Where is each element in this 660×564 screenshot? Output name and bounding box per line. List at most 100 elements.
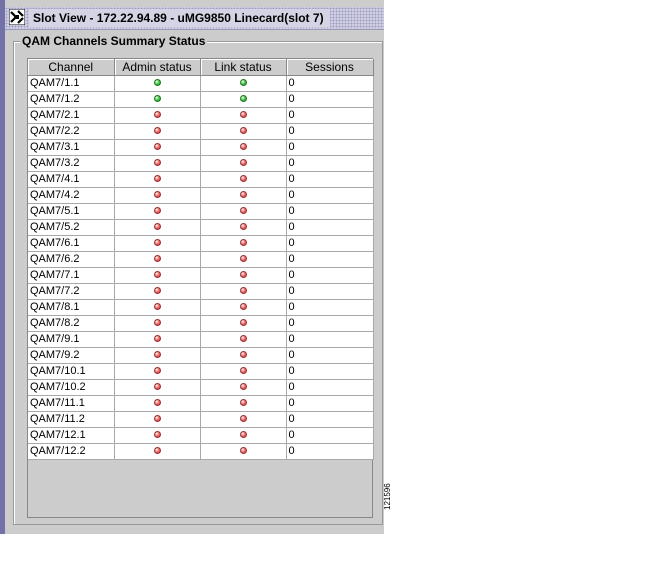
channel-cell: QAM7/4.2 bbox=[28, 187, 115, 204]
table-row[interactable]: QAM7/5.1 0 bbox=[28, 203, 374, 220]
admin-status-cell bbox=[114, 91, 201, 108]
status-down-icon bbox=[153, 222, 161, 230]
status-down-icon bbox=[239, 302, 247, 310]
status-down-icon bbox=[153, 302, 161, 310]
status-down-icon bbox=[153, 430, 161, 438]
link-status-cell bbox=[200, 347, 287, 364]
status-down-icon bbox=[239, 238, 247, 246]
table-row[interactable]: QAM7/1.1 0 bbox=[28, 75, 374, 92]
status-up-icon bbox=[153, 78, 161, 86]
status-down-icon bbox=[239, 174, 247, 182]
table-row[interactable]: QAM7/3.2 0 bbox=[28, 155, 374, 172]
status-down-icon bbox=[153, 126, 161, 134]
status-down-icon bbox=[153, 334, 161, 342]
table-row[interactable]: QAM7/7.2 0 bbox=[28, 283, 374, 300]
admin-status-cell bbox=[114, 347, 201, 364]
admin-status-cell bbox=[114, 283, 201, 300]
link-status-cell bbox=[200, 427, 287, 444]
status-down-icon bbox=[239, 222, 247, 230]
table-row[interactable]: QAM7/5.2 0 bbox=[28, 219, 374, 236]
status-down-icon bbox=[239, 446, 247, 454]
status-down-icon bbox=[153, 142, 161, 150]
status-down-icon bbox=[153, 158, 161, 166]
status-down-icon bbox=[239, 398, 247, 406]
admin-status-cell bbox=[114, 331, 201, 348]
qam-channels-table[interactable]: Channel Admin status Link status Session… bbox=[27, 58, 374, 518]
column-header-admin-status[interactable]: Admin status bbox=[114, 59, 201, 76]
sessions-cell: 0 bbox=[286, 315, 374, 332]
status-down-icon bbox=[239, 126, 247, 134]
status-down-icon bbox=[153, 270, 161, 278]
table-row[interactable]: QAM7/10.1 0 bbox=[28, 363, 374, 380]
status-down-icon bbox=[239, 142, 247, 150]
admin-status-cell bbox=[114, 107, 201, 124]
sessions-cell: 0 bbox=[286, 123, 374, 140]
status-down-icon bbox=[153, 174, 161, 182]
admin-status-cell bbox=[114, 411, 201, 428]
link-status-cell bbox=[200, 123, 287, 140]
sessions-cell: 0 bbox=[286, 251, 374, 268]
table-row[interactable]: QAM7/12.2 0 bbox=[28, 443, 374, 460]
table-row[interactable]: QAM7/6.2 0 bbox=[28, 251, 374, 268]
sessions-cell: 0 bbox=[286, 91, 374, 108]
table-row[interactable]: QAM7/4.2 0 bbox=[28, 187, 374, 204]
admin-status-cell bbox=[114, 267, 201, 284]
column-header-channel[interactable]: Channel bbox=[28, 59, 115, 76]
link-status-cell bbox=[200, 251, 287, 268]
link-status-cell bbox=[200, 411, 287, 428]
status-up-icon bbox=[239, 78, 247, 86]
channel-cell: QAM7/2.2 bbox=[28, 123, 115, 140]
column-header-sessions[interactable]: Sessions bbox=[286, 59, 374, 76]
admin-status-cell bbox=[114, 379, 201, 396]
status-down-icon bbox=[239, 254, 247, 262]
channel-cell: QAM7/1.1 bbox=[28, 75, 115, 92]
table-row[interactable]: QAM7/2.2 0 bbox=[28, 123, 374, 140]
table-row[interactable]: QAM7/4.1 0 bbox=[28, 171, 374, 188]
table-row[interactable]: QAM7/9.1 0 bbox=[28, 331, 374, 348]
channel-cell: QAM7/4.1 bbox=[28, 171, 115, 188]
link-status-cell bbox=[200, 379, 287, 396]
figure-id: 121596 bbox=[383, 483, 392, 510]
column-header-link-status[interactable]: Link status bbox=[200, 59, 287, 76]
table-row[interactable]: QAM7/8.1 0 bbox=[28, 299, 374, 316]
table-row[interactable]: QAM7/8.2 0 bbox=[28, 315, 374, 332]
link-status-cell bbox=[200, 267, 287, 284]
table-row[interactable]: QAM7/11.1 0 bbox=[28, 395, 374, 412]
sessions-cell: 0 bbox=[286, 347, 374, 364]
window-title: Slot View - 172.22.94.89 - uMG9850 Linec… bbox=[29, 9, 330, 27]
table-row[interactable]: QAM7/6.1 0 bbox=[28, 235, 374, 252]
status-down-icon bbox=[239, 350, 247, 358]
table-row[interactable]: QAM7/2.1 0 bbox=[28, 107, 374, 124]
status-down-icon bbox=[153, 190, 161, 198]
title-bar[interactable]: Slot View - 172.22.94.89 - uMG9850 Linec… bbox=[5, 7, 384, 30]
table-row[interactable]: QAM7/9.2 0 bbox=[28, 347, 374, 364]
status-up-icon bbox=[153, 94, 161, 102]
table-row[interactable]: QAM7/10.2 0 bbox=[28, 379, 374, 396]
status-down-icon bbox=[239, 318, 247, 326]
status-down-icon bbox=[153, 254, 161, 262]
admin-status-cell bbox=[114, 187, 201, 204]
status-down-icon bbox=[239, 366, 247, 374]
status-down-icon bbox=[239, 382, 247, 390]
admin-status-cell bbox=[114, 443, 201, 460]
link-status-cell bbox=[200, 299, 287, 316]
table-row[interactable]: QAM7/12.1 0 bbox=[28, 427, 374, 444]
status-down-icon bbox=[239, 110, 247, 118]
table-row[interactable]: QAM7/11.2 0 bbox=[28, 411, 374, 428]
table-header-row: Channel Admin status Link status Session… bbox=[28, 59, 374, 76]
sessions-cell: 0 bbox=[286, 171, 374, 188]
link-status-cell bbox=[200, 443, 287, 460]
status-down-icon bbox=[153, 446, 161, 454]
channel-cell: QAM7/11.2 bbox=[28, 411, 115, 428]
sessions-cell: 0 bbox=[286, 203, 374, 220]
channel-cell: QAM7/3.1 bbox=[28, 139, 115, 156]
channel-cell: QAM7/7.2 bbox=[28, 283, 115, 300]
sessions-cell: 0 bbox=[286, 187, 374, 204]
sessions-cell: 0 bbox=[286, 443, 374, 460]
table-row[interactable]: QAM7/3.1 0 bbox=[28, 139, 374, 156]
status-down-icon bbox=[239, 190, 247, 198]
channel-cell: QAM7/7.1 bbox=[28, 267, 115, 284]
channel-cell: QAM7/12.2 bbox=[28, 443, 115, 460]
table-row[interactable]: QAM7/7.1 0 bbox=[28, 267, 374, 284]
table-row[interactable]: QAM7/1.2 0 bbox=[28, 91, 374, 108]
